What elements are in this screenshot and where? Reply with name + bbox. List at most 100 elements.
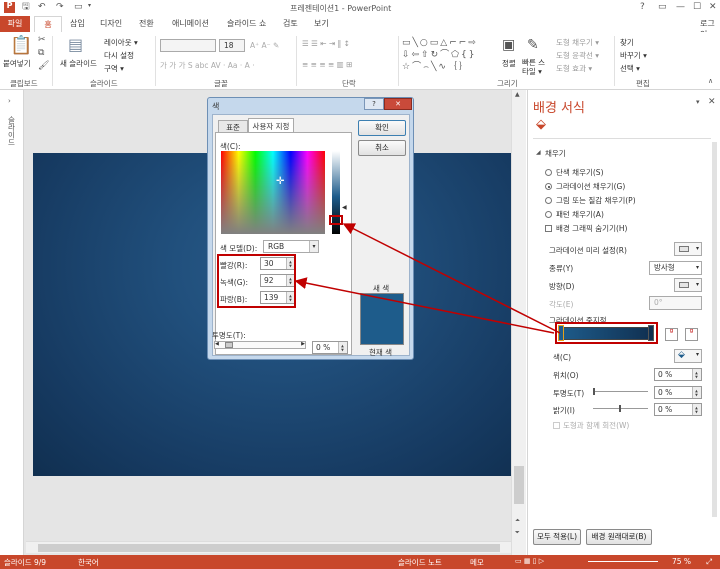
quick-styles-icon[interactable]: ✎ [527, 38, 539, 52]
tab-design[interactable]: 디자인 [100, 18, 122, 29]
gradient-fill-radio[interactable] [545, 183, 552, 190]
font-size-field[interactable]: 18 [219, 39, 245, 52]
tab-animations[interactable]: 애니메이션 [172, 18, 209, 29]
expand-thumbnails-icon[interactable]: › [8, 98, 11, 105]
close-icon[interactable]: ✕ [709, 3, 717, 12]
tab-slideshow[interactable]: 슬라이드 쇼 [227, 18, 266, 29]
dialog-transparency-slider[interactable]: ◀ ▶ [214, 341, 306, 349]
minimize-icon[interactable]: — [676, 3, 685, 12]
position-spinner[interactable]: 0 % [654, 368, 702, 381]
tab-home[interactable]: 홈 [34, 16, 62, 32]
vertical-scrollbar[interactable]: ▲ ⏶ ⏷ [511, 90, 526, 555]
paste-button[interactable]: 붙여넣기 [3, 58, 31, 69]
font-style-buttons[interactable]: 가 가 가 S abc AV · Aa · A · [160, 60, 255, 71]
tab-insert[interactable]: 삽입 [70, 18, 85, 29]
layout-button[interactable]: 레이아웃 ▾ [104, 37, 138, 48]
hscroll-thumb[interactable] [38, 544, 500, 552]
pane-close-icon[interactable]: ✕ [708, 98, 716, 107]
paste-icon[interactable]: 📋 [10, 37, 32, 55]
remove-stop-icon[interactable]: ᵍ [685, 328, 698, 341]
language-indicator[interactable]: 한국어 [78, 557, 99, 568]
undo-icon[interactable]: ↶ [38, 3, 46, 12]
transparency-slider[interactable] [593, 388, 648, 395]
ribbon-display-icon[interactable]: ▭ [658, 3, 667, 12]
customize-toolbar-icon[interactable]: ▾ [88, 3, 91, 9]
direction-dropdown[interactable]: ▾ [674, 278, 702, 292]
hide-graphics-checkbox[interactable] [545, 225, 552, 232]
brightness-spinner[interactable]: 0 % [654, 403, 702, 416]
view-buttons[interactable]: ▭ ▦ ▯ ▷ [515, 557, 544, 565]
section-collapse-icon[interactable]: ◢ [536, 150, 541, 156]
find-button[interactable]: 찾기 [620, 37, 634, 48]
horizontal-scrollbar[interactable] [26, 541, 511, 553]
cancel-button[interactable]: 취소 [358, 140, 406, 156]
slideshow-start-icon[interactable]: ▭ [74, 3, 83, 12]
new-slide-icon[interactable]: ▤ [68, 37, 83, 53]
arrange-button[interactable]: 정렬 [502, 58, 516, 69]
new-slide-button[interactable]: 새 슬라이드 [60, 58, 97, 69]
redo-icon[interactable]: ↷ [56, 3, 64, 12]
collapse-ribbon-icon[interactable]: ∧ [708, 78, 713, 85]
zoom-level[interactable]: 75 % [672, 557, 691, 566]
cut-icon[interactable]: ✂ [38, 36, 46, 45]
maximize-icon[interactable]: ☐ [693, 3, 701, 12]
shape-outline-button[interactable]: 도형 윤곽선 ▾ [556, 50, 599, 61]
font-size-buttons[interactable]: A⁺ A⁻ ✎ [250, 41, 279, 50]
help-icon[interactable]: ? [640, 3, 645, 12]
prev-slide-icon[interactable]: ⏶ [515, 518, 520, 524]
notes-button[interactable]: 슬라이드 노트 [398, 557, 442, 568]
picture-fill-radio[interactable] [545, 197, 552, 204]
tab-custom[interactable]: 사용자 지정 [248, 118, 294, 133]
reset-background-button[interactable]: 배경 원래대로(B) [586, 529, 652, 545]
next-slide-icon[interactable]: ⏷ [515, 530, 520, 536]
shapes-gallery[interactable]: ▭╲○▭△⌐⌐⇨ ⇩⇦⇧↻⌒⬠{} ☆⌒⌢╲∿｛｝ [402, 37, 494, 75]
dialog-transparency-spinner[interactable]: 0 % [312, 341, 348, 354]
slider-thumb[interactable] [619, 405, 621, 412]
paragraph-list-buttons[interactable]: ☰ ☰ ⇤ ⇥ ‖ ↕ [302, 39, 350, 48]
pattern-fill-radio[interactable] [545, 211, 552, 218]
solid-fill-radio[interactable] [545, 169, 552, 176]
tab-transitions[interactable]: 전환 [139, 18, 154, 29]
luminance-arrow-icon[interactable]: ◀ [342, 204, 347, 211]
zoom-slider[interactable] [588, 561, 658, 562]
slider-thumb[interactable] [225, 342, 233, 348]
slider-thumb[interactable] [593, 388, 595, 395]
tab-file[interactable]: 파일 [0, 16, 30, 32]
pane-scrollbar[interactable] [712, 142, 717, 517]
stop-transparency-spinner[interactable]: 0 % [654, 386, 702, 399]
tab-review[interactable]: 검토 [283, 18, 298, 29]
font-name-field[interactable] [160, 39, 216, 52]
fill-bucket-icon[interactable]: ⬙ [536, 118, 546, 131]
apply-to-all-button[interactable]: 모두 적용(L) [533, 529, 581, 545]
shape-effects-button[interactable]: 도형 효과 ▾ [556, 63, 592, 74]
brightness-slider[interactable] [593, 405, 648, 412]
dialog-close-button[interactable]: ✕ [384, 98, 412, 110]
slides-thumbnail-strip[interactable]: › 슬라이드 [0, 90, 24, 555]
pane-options-icon[interactable]: ▾ [696, 99, 700, 106]
dialog-help-button[interactable]: ? [364, 98, 384, 110]
color-spectrum[interactable] [221, 151, 325, 234]
copy-icon[interactable]: ⧉ [38, 49, 44, 58]
preset-dropdown[interactable]: ▾ [674, 242, 702, 256]
paragraph-align-buttons[interactable]: ≡ ≡ ≡ ≡ ▥ ⊞ [302, 60, 352, 69]
replace-button[interactable]: 바꾸기 ▾ [620, 50, 647, 61]
fit-window-icon[interactable]: ⤢ [706, 557, 712, 567]
comments-button[interactable]: 메모 [470, 557, 484, 568]
quick-styles-button[interactable]: 빠른 스타일 ▾ [522, 58, 550, 76]
scroll-up-icon[interactable]: ▲ [515, 92, 520, 98]
color-model-dropdown[interactable]: RGB ▾ [263, 240, 319, 253]
section-button[interactable]: 구역 ▾ [104, 63, 124, 74]
type-dropdown[interactable]: 방사형 ▾ [649, 261, 702, 275]
format-painter-icon[interactable]: 🖌 [38, 62, 49, 71]
tab-view[interactable]: 보기 [314, 18, 329, 29]
add-stop-icon[interactable]: ᵍ [665, 328, 678, 341]
shape-fill-button[interactable]: 도형 채우기 ▾ [556, 37, 599, 48]
scrollbar-thumb[interactable] [514, 466, 524, 504]
crosshair-icon[interactable]: ✛ [276, 176, 284, 187]
ok-button[interactable]: 확인 [358, 120, 406, 136]
save-icon[interactable]: 🖫 [22, 3, 30, 12]
arrange-icon[interactable]: ▣ [502, 38, 515, 52]
reset-button[interactable]: 다시 설정 [104, 50, 134, 61]
select-button[interactable]: 선택 ▾ [620, 63, 640, 74]
stop-color-button[interactable]: ⬙ ▾ [674, 349, 702, 363]
